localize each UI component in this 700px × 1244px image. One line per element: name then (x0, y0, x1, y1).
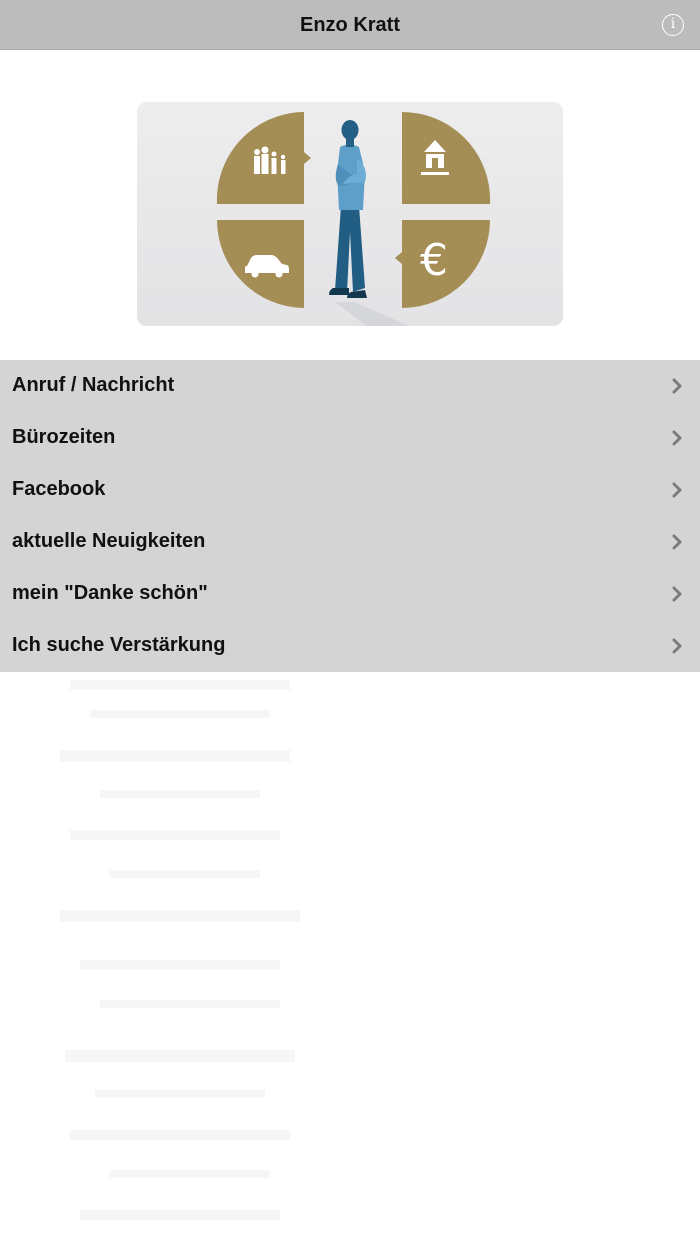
navigation-bar: Enzo Kratt i (0, 0, 700, 50)
background-texture (60, 680, 300, 1220)
page-title: Enzo Kratt (300, 14, 400, 36)
menu-item-buerozeiten[interactable]: Bürozeiten (0, 412, 700, 464)
menu-item-verstaerkung[interactable]: Ich suche Verstärkung (0, 620, 700, 672)
menu-item-danke-schoen[interactable]: mein "Danke schön" (0, 568, 700, 620)
menu-item-label: Facebook (12, 478, 106, 500)
chevron-right-icon (672, 378, 682, 394)
chevron-right-icon (672, 586, 682, 602)
menu-list: Anruf / Nachricht Bürozeiten Facebook ak… (0, 360, 700, 672)
menu-item-label: Ich suche Verstärkung (12, 634, 226, 656)
info-glyph: i (670, 16, 676, 32)
menu-item-anruf-nachricht[interactable]: Anruf / Nachricht (0, 360, 700, 412)
hero-image: € (137, 102, 563, 326)
menu-item-label: Bürozeiten (12, 426, 116, 448)
advisor-illustration: € (137, 102, 563, 326)
menu-item-label: Anruf / Nachricht (12, 374, 175, 396)
chevron-right-icon (672, 638, 682, 654)
chevron-right-icon (672, 482, 682, 498)
menu-item-facebook[interactable]: Facebook (0, 464, 700, 516)
chevron-right-icon (672, 430, 682, 446)
menu-item-label: aktuelle Neuigkeiten (12, 530, 206, 552)
euro-icon: € (420, 235, 448, 286)
menu-item-aktuelle-neuigkeiten[interactable]: aktuelle Neuigkeiten (0, 516, 700, 568)
menu-item-label: mein "Danke schön" (12, 582, 208, 604)
chevron-right-icon (672, 534, 682, 550)
info-icon[interactable]: i (662, 14, 684, 36)
